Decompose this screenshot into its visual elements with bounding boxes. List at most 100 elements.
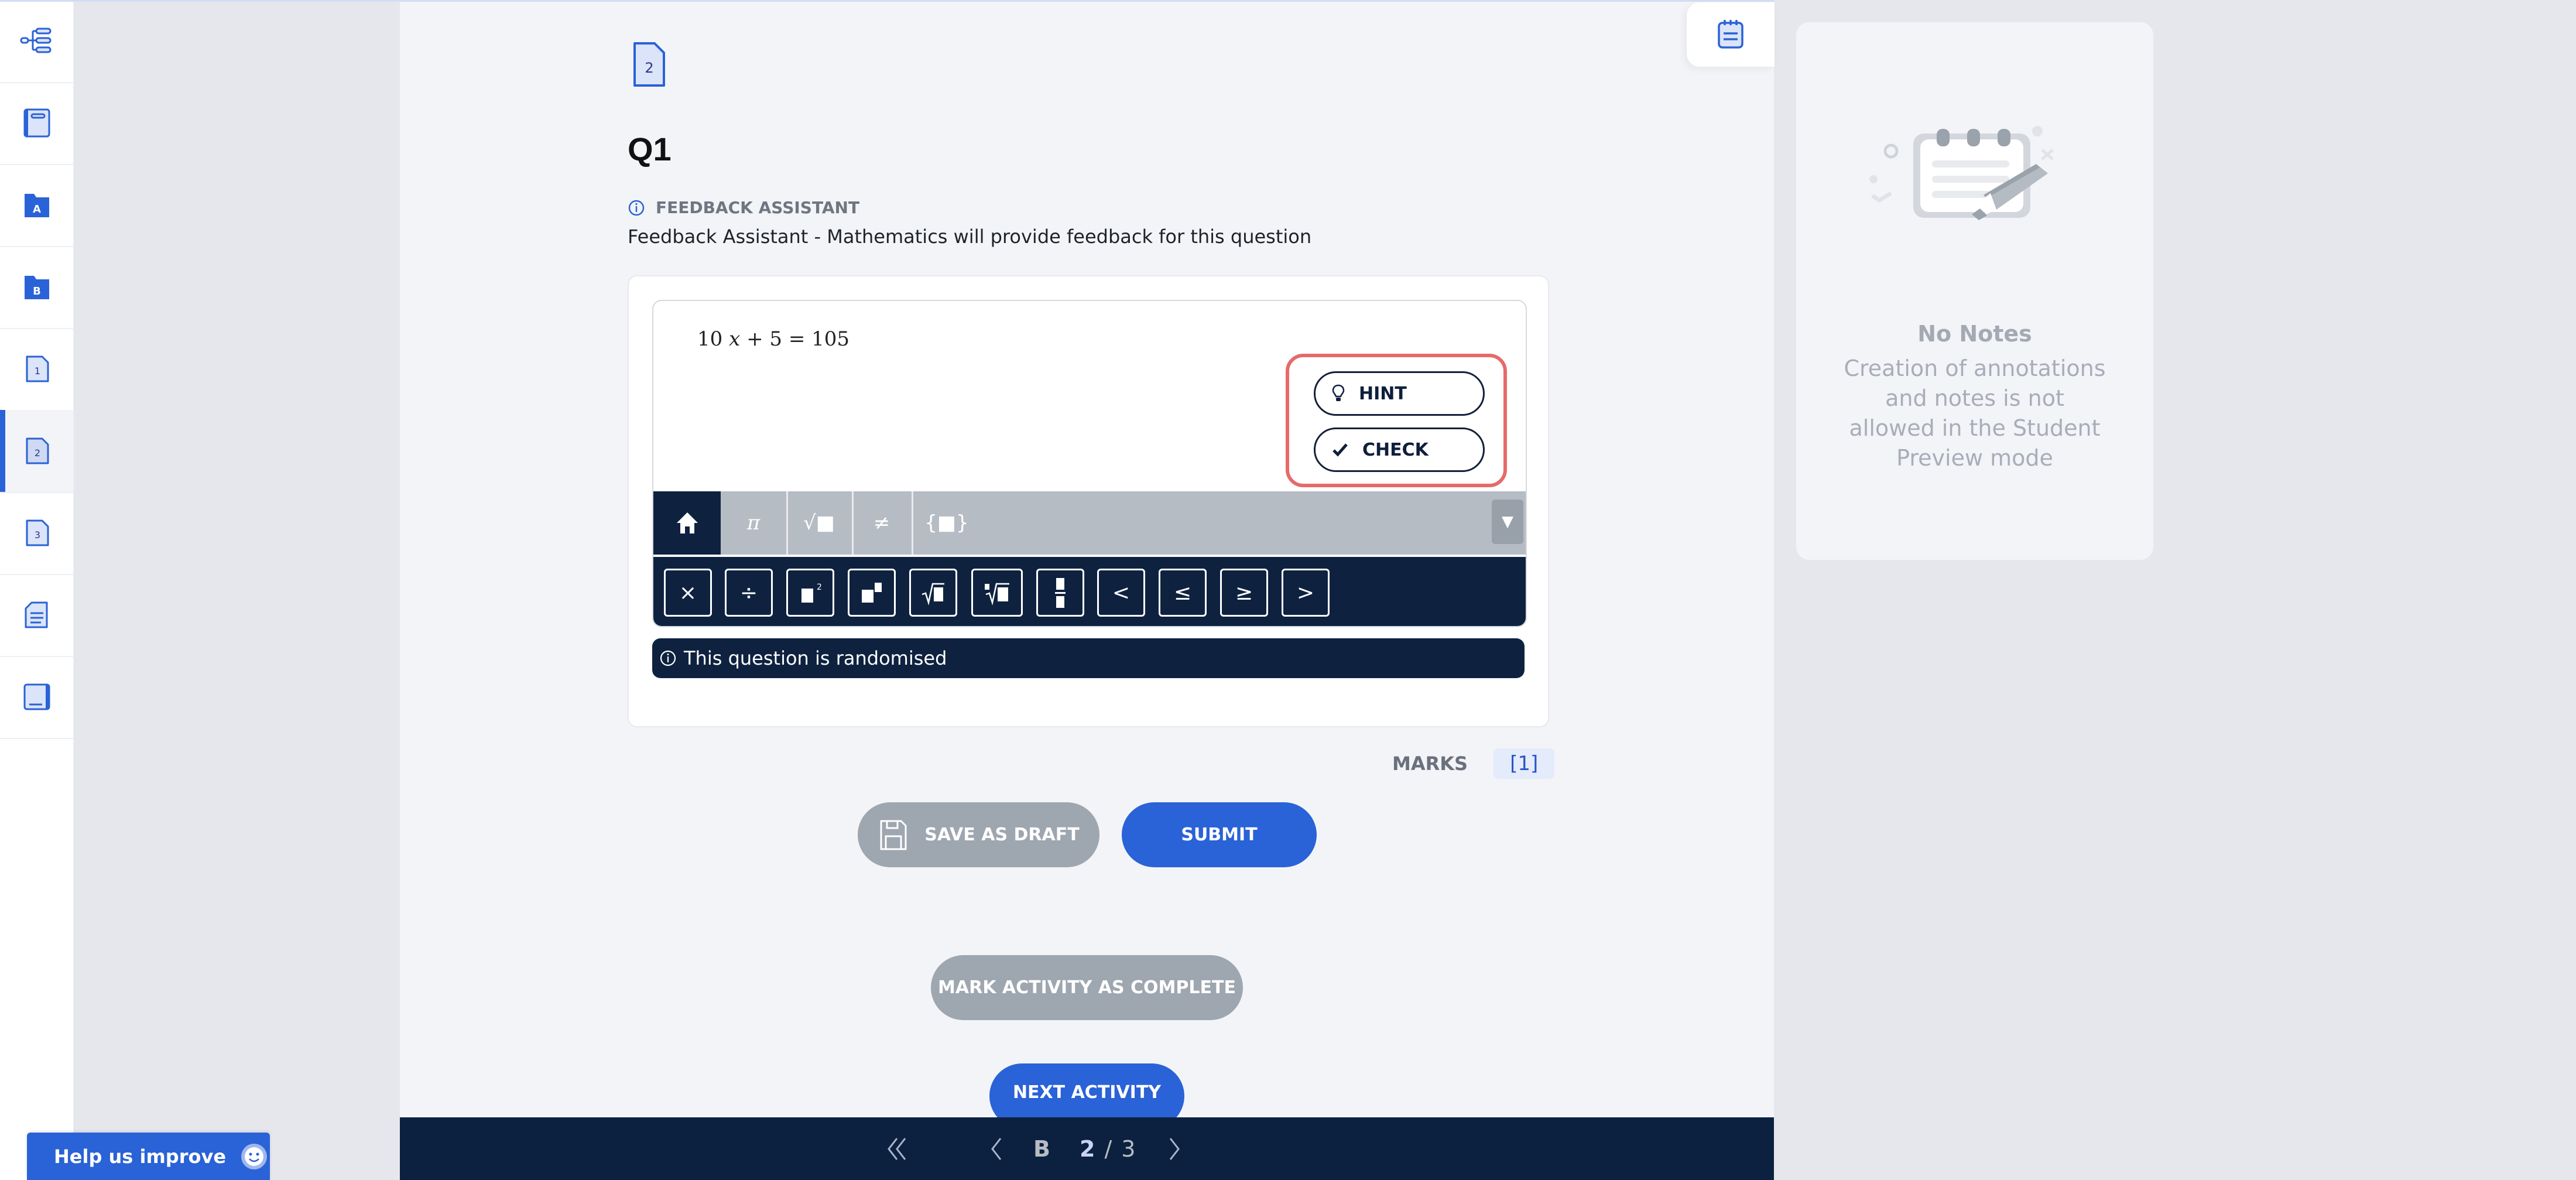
structure-tree-icon (20, 28, 51, 53)
tab-pi[interactable]: π (721, 491, 788, 555)
sidebar-item-page-1[interactable]: 1 (0, 328, 73, 411)
check-button[interactable]: CHECK (1314, 427, 1485, 472)
smiley-icon (241, 1143, 268, 1169)
folder-b-icon: B (24, 276, 49, 299)
help-us-improve-label: Help us improve (54, 1145, 227, 1168)
sidebar-item-page-2[interactable]: 2 (0, 410, 73, 493)
closed-book-icon (23, 683, 50, 710)
next-page-button[interactable] (1167, 1117, 1182, 1180)
help-us-improve-button[interactable]: Help us improve (27, 1133, 270, 1180)
chevron-left-icon (991, 1137, 1002, 1160)
save-as-draft-button[interactable]: SAVE AS DRAFT (858, 802, 1099, 867)
marks-value: [1] (1493, 748, 1555, 779)
sidebar-item-page-3[interactable]: 3 (0, 492, 73, 575)
key-greater-equal[interactable]: ≥ (1220, 569, 1268, 617)
key-times[interactable]: × (664, 569, 712, 617)
expression-variable: x (729, 327, 741, 351)
feedback-assistant-label: FEEDBACK ASSISTANT (628, 198, 859, 217)
math-editor: 10 x + 5 = 105 HINT CHECK π √■ ≠ {■} ▼ ×… (652, 300, 1527, 627)
folder-a-icon: A (24, 194, 49, 217)
info-icon (660, 650, 676, 666)
notepad-illustration-icon (1869, 126, 2054, 220)
feedback-assistant-description: Feedback Assistant - Mathematics will pr… (628, 225, 1312, 248)
top-border (0, 0, 1774, 2)
fraction-icon (1055, 578, 1066, 608)
floppy-disk-icon (880, 820, 907, 850)
key-less-than[interactable]: < (1097, 569, 1145, 617)
key-power[interactable] (848, 569, 896, 617)
first-page-button[interactable] (885, 1117, 909, 1180)
square-root-icon (922, 583, 944, 606)
page-2-icon: 2 (633, 42, 665, 87)
notepad-icon (1718, 20, 1743, 49)
checkmark-icon (1332, 443, 1348, 457)
sidebar-item-section-a[interactable]: A (0, 164, 73, 247)
chevron-right-icon (1169, 1137, 1180, 1160)
power-icon (862, 583, 882, 603)
caret-down-icon: ▼ (1502, 513, 1513, 531)
key-divide[interactable]: ÷ (725, 569, 773, 617)
randomised-notice-text: This question is randomised (684, 647, 947, 669)
sidebar-item-section-b[interactable]: B (0, 246, 73, 329)
tab-set-braces[interactable]: {■} (912, 491, 982, 555)
no-notes-description: Creation of annotations and notes is not… (1844, 355, 2106, 471)
expression-rest: + 5 = 105 (746, 327, 850, 351)
pager-total: 3 (1121, 1135, 1136, 1162)
page-1-icon: 1 (26, 355, 49, 382)
svg-text:2: 2 (34, 447, 40, 459)
sidebar-item-closed-book[interactable] (0, 656, 73, 739)
sidebar-item-structure[interactable] (0, 0, 73, 83)
svg-text:3: 3 (34, 529, 40, 541)
prev-page-button[interactable] (989, 1117, 1004, 1180)
hint-button[interactable]: HINT (1314, 371, 1485, 416)
math-expression[interactable]: 10 x + 5 = 105 (697, 327, 849, 351)
feedback-assistant-heading: FEEDBACK ASSISTANT (656, 198, 860, 217)
page-2-icon: 2 (26, 437, 49, 464)
book-icon (23, 108, 50, 138)
gutter (74, 0, 400, 1180)
submit-button[interactable]: SUBMIT (1122, 802, 1317, 867)
key-square[interactable]: 2 (786, 569, 834, 617)
marks-indicator: MARKS [1] (1392, 748, 1555, 779)
notes-toggle-button[interactable] (1687, 2, 1775, 67)
tab-home[interactable] (653, 491, 721, 555)
sidebar-item-book[interactable] (0, 82, 73, 165)
document-lines-icon (25, 601, 47, 628)
nth-root-icon (985, 583, 1009, 606)
hint-label: HINT (1359, 383, 1407, 404)
sidebar-nav: A B 1 2 3 (0, 0, 74, 1180)
tab-not-equal[interactable]: ≠ (852, 491, 913, 555)
key-square-root[interactable] (909, 569, 957, 617)
randomised-notice: This question is randomised (652, 638, 1525, 678)
lightbulb-icon (1332, 384, 1345, 401)
square-power-icon: 2 (801, 583, 822, 603)
pager-separator: / (1104, 1135, 1112, 1162)
pager-current: 2 (1080, 1135, 1095, 1162)
question-card: 10 x + 5 = 105 HINT CHECK π √■ ≠ {■} ▼ ×… (628, 275, 1549, 727)
svg-text:A: A (33, 203, 41, 216)
key-nth-root[interactable] (971, 569, 1023, 617)
pager-bar: B 2 / 3 (400, 1117, 1774, 1180)
keyboard-dropdown-button[interactable]: ▼ (1492, 500, 1523, 544)
save-as-draft-label: SAVE AS DRAFT (924, 825, 1080, 845)
info-icon (628, 200, 645, 216)
pager-section: B (1033, 1135, 1050, 1162)
key-greater-than[interactable]: > (1282, 569, 1330, 617)
key-less-equal[interactable]: ≤ (1159, 569, 1207, 617)
double-chevron-left-icon (888, 1137, 906, 1160)
sidebar-item-document[interactable] (0, 574, 73, 657)
mark-activity-complete-button[interactable]: MARK ACTIVITY AS COMPLETE (931, 955, 1243, 1020)
keyboard-tabs: π √■ ≠ {■} ▼ (653, 491, 1526, 557)
feedback-buttons-highlight: HINT CHECK (1286, 354, 1507, 487)
page-3-icon: 3 (26, 519, 49, 546)
pager-position: 2 / 3 (1080, 1117, 1135, 1180)
home-icon (676, 512, 698, 533)
question-title: Q1 (628, 131, 672, 167)
keyboard-keys: × ÷ 2 < ≤ ≥ > (653, 557, 1526, 626)
svg-text:2: 2 (817, 583, 822, 592)
tab-sqrt[interactable]: √■ (786, 491, 854, 555)
expression-coefficient: 10 (697, 327, 723, 351)
notes-panel: No Notes Creation of annotations and not… (1796, 22, 2153, 560)
check-label: CHECK (1362, 439, 1429, 460)
key-fraction[interactable] (1036, 569, 1084, 617)
